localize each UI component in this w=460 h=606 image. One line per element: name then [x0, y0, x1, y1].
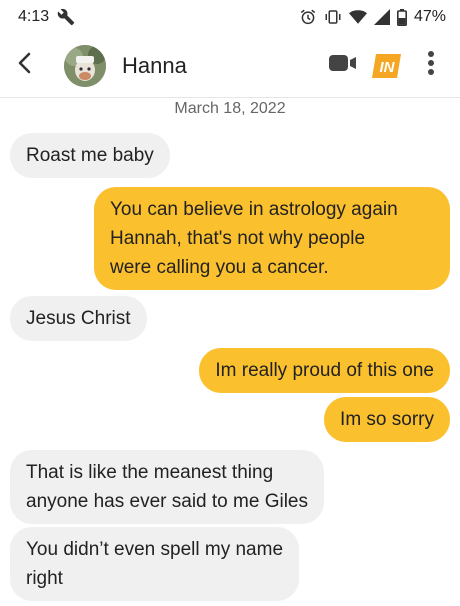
chat-header: Hanna IN: [0, 34, 460, 98]
chevron-left-icon: [17, 51, 33, 80]
back-button[interactable]: [0, 34, 50, 98]
battery-percent: 47%: [413, 8, 446, 25]
avatar[interactable]: [64, 44, 106, 87]
more-options-button[interactable]: [416, 46, 446, 86]
more-vertical-icon: [427, 50, 435, 81]
in-badge-icon: IN: [372, 53, 401, 78]
header-actions: IN: [328, 46, 460, 86]
in-badge-button[interactable]: IN: [372, 46, 402, 86]
message-bubble-incoming[interactable]: Jesus Christ: [10, 296, 147, 341]
battery-icon: [396, 8, 407, 26]
message-bubble-incoming[interactable]: That is like the meanest thing anyone ha…: [10, 450, 324, 524]
status-time: 4:13: [18, 8, 50, 25]
message-bubble-outgoing[interactable]: Im really proud of this one: [199, 348, 450, 393]
video-call-icon: [329, 54, 357, 77]
message-bubble-incoming[interactable]: You didn’t even spell my name right: [10, 527, 300, 601]
video-call-button[interactable]: [328, 46, 358, 86]
status-left: 4:13: [18, 8, 75, 26]
message-bubble-incoming[interactable]: Roast me baby: [10, 133, 170, 178]
in-badge-text: IN: [380, 59, 396, 76]
wrench-icon: [57, 8, 75, 26]
date-stamp: March 18, 2022: [174, 100, 286, 117]
wifi-icon: [348, 9, 367, 25]
vibrate-icon: [324, 8, 342, 26]
status-bar: 4:13 47%: [0, 0, 460, 34]
alarm-icon: [299, 8, 317, 26]
contact-name[interactable]: Hanna: [122, 53, 328, 79]
message-bubble-outgoing[interactable]: You can believe in astrology again Hanna…: [94, 187, 450, 290]
status-right: 47%: [299, 8, 446, 26]
message-bubble-outgoing[interactable]: Im so sorry: [324, 397, 450, 442]
signal-icon: [373, 9, 390, 25]
